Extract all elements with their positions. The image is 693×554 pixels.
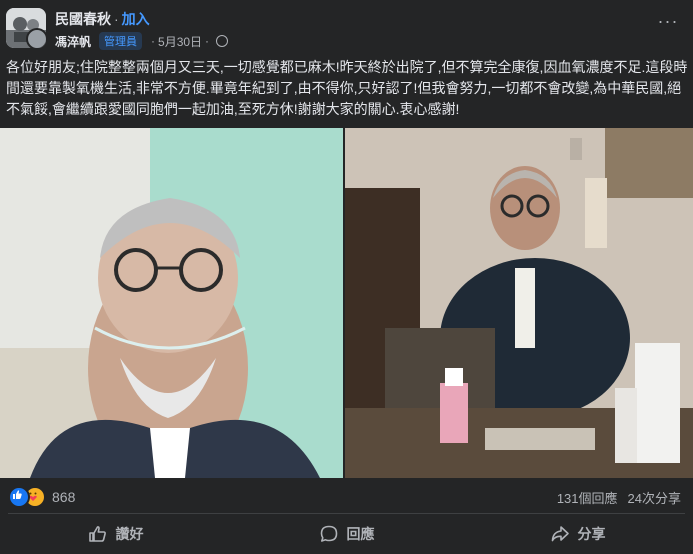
reaction-count: 868 [52,489,76,505]
like-button[interactable]: 讚好 [0,516,231,552]
comment-label: 回應 [346,526,375,542]
like-label: 讚好 [115,526,144,542]
share-arrow-icon [551,526,569,542]
join-link[interactable]: 加入 [122,11,150,27]
post-actions: 讚好 回應 分享 [0,516,693,552]
comment-share-counts: 131個回應 24次分享 [547,488,681,507]
thumbs-up-icon [88,526,106,542]
actions-divider [8,513,685,514]
post-meta: 馮淬帆 管理員 · 5月30日 · [55,32,229,50]
group-title-line: 民國春秋 · 加入 [55,9,150,29]
reactions-summary[interactable]: 868 [8,486,75,508]
share-button[interactable]: 分享 [462,516,693,552]
role-badge: 管理員 [99,32,143,50]
photo-room-image [345,128,693,478]
share-count-link[interactable]: 24次分享 [628,491,681,506]
separator-dot: · [114,11,119,27]
comment-bubble-icon [320,525,337,542]
group-avatar[interactable] [6,8,46,48]
post-header: 民國春秋 · 加入 馮淬帆 管理員 · 5月30日 · ··· [0,0,693,56]
post-photo-selfie[interactable] [0,128,343,478]
share-label: 分享 [577,526,606,542]
author-mini-avatar[interactable] [26,28,46,48]
group-name[interactable]: 民國春秋 [55,11,111,27]
author-name[interactable]: 馮淬帆 [55,33,91,50]
post-body: 各位好朋友;住院整整兩個月又三天,一切感覺都已麻木!昨天終於出院了,但不算完全康… [6,59,688,117]
like-reaction-icon [8,486,30,508]
comment-count-link[interactable]: 131個回應 [557,491,618,506]
more-options-button[interactable]: ··· [655,12,681,34]
separator-dot: · [151,34,156,48]
photo-selfie-image [0,128,343,478]
globe-icon [216,35,229,47]
engagement-stats: 868 131個回應 24次分享 [0,482,693,510]
comment-button[interactable]: 回應 [231,516,462,552]
post-photo-room[interactable] [345,128,693,478]
post-date[interactable]: 5月30日 [158,33,202,50]
separator-dot: · [205,34,210,48]
